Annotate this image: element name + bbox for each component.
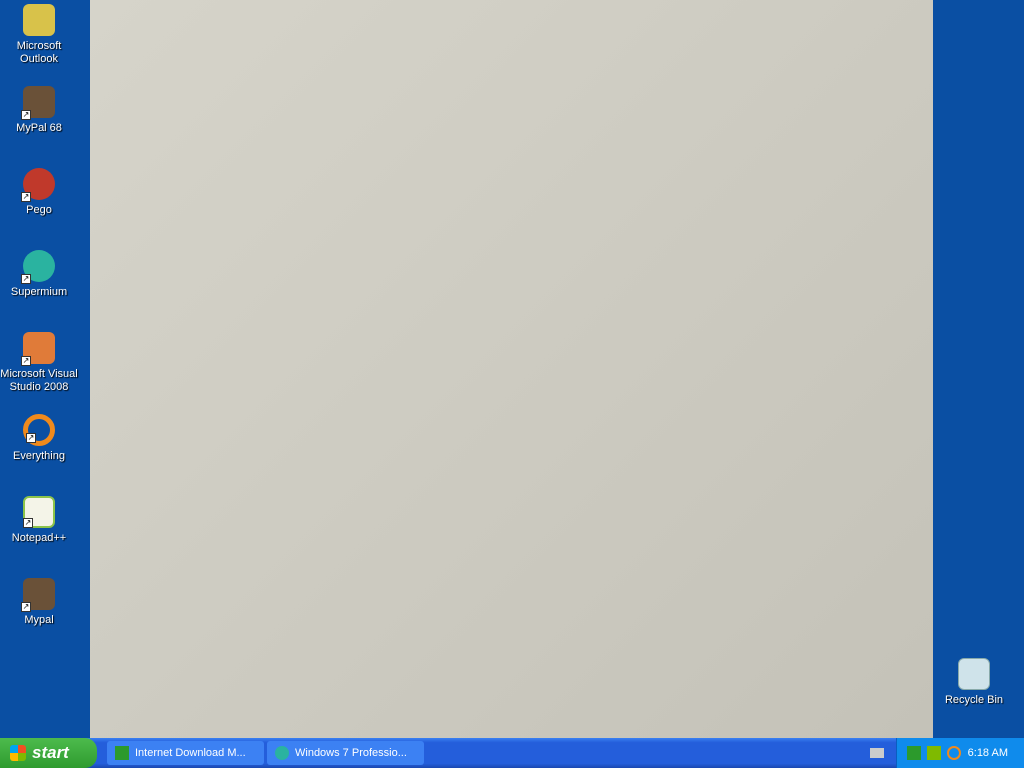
recycle-bin-icon bbox=[958, 658, 990, 690]
supermium-icon: ↗ bbox=[21, 250, 55, 284]
idm-icon bbox=[115, 746, 129, 760]
clock[interactable]: 6:18 AM bbox=[968, 738, 1008, 768]
windows-flag-icon bbox=[10, 745, 26, 761]
system-tray: 6:18 AM bbox=[896, 738, 1024, 768]
desktop-icon-mypal[interactable]: ↗ Mypal bbox=[0, 578, 78, 627]
wallpaper bbox=[90, 0, 933, 738]
desktop-icon-mypal-68[interactable]: ↗ MyPal 68 bbox=[0, 86, 78, 135]
notepadpp-icon: ↗ bbox=[23, 496, 55, 528]
taskbar-button-idm[interactable]: Internet Download M... bbox=[107, 741, 264, 765]
desktop-icon-outlook[interactable]: Microsoft Outlook bbox=[0, 4, 78, 66]
desktop-icon-recycle-bin[interactable]: Recycle Bin bbox=[935, 658, 1013, 707]
desktop-icon-notepadpp[interactable]: ↗ Notepad++ bbox=[0, 496, 78, 545]
taskbar-button-windows7[interactable]: Windows 7 Professio... bbox=[267, 741, 424, 765]
mypal-icon: ↗ bbox=[21, 578, 55, 612]
everything-icon: ↗ bbox=[23, 414, 55, 446]
visual-studio-icon: ↗ bbox=[21, 332, 55, 366]
keyboard-icon[interactable] bbox=[870, 748, 884, 758]
desktop-icon-supermium[interactable]: ↗ Supermium bbox=[0, 250, 78, 299]
mypal-icon: ↗ bbox=[21, 86, 55, 120]
desktop-icon-visual-studio[interactable]: ↗ Microsoft Visual Studio 2008 bbox=[0, 332, 78, 394]
everything-tray-icon[interactable] bbox=[947, 746, 961, 760]
outlook-icon bbox=[23, 4, 55, 36]
pego-icon: ↗ bbox=[21, 168, 55, 202]
network-icon[interactable] bbox=[927, 746, 941, 760]
desktop: Microsoft Outlook ↗ MyPal 68 ↗ Pego ↗ Su… bbox=[0, 0, 1024, 738]
desktop-icon-everything[interactable]: ↗ Everything bbox=[0, 414, 78, 463]
idm-tray-icon[interactable] bbox=[907, 746, 921, 760]
start-button[interactable]: start bbox=[0, 738, 97, 768]
desktop-icon-pego[interactable]: ↗ Pego bbox=[0, 168, 78, 217]
taskbar: start Internet Download M... Windows 7 P… bbox=[0, 738, 1024, 768]
supermium-icon bbox=[275, 746, 289, 760]
